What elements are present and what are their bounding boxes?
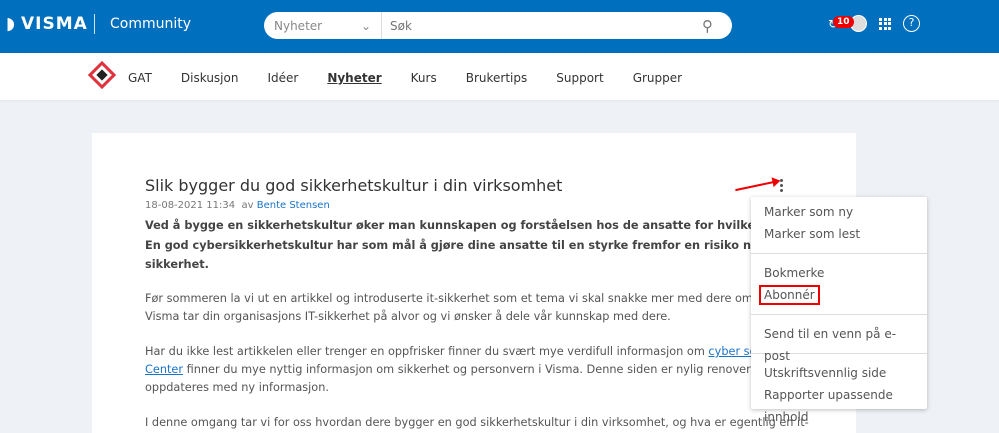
paragraph-line: Før sommeren la vi ut en artikkel og int…: [145, 292, 850, 305]
nav-brukertips[interactable]: Brukertips: [466, 71, 528, 85]
menu-item-mark-new[interactable]: Marker som ny: [751, 201, 927, 223]
search-icon[interactable]: ⚲: [702, 17, 732, 35]
options-menu: Marker som ny Marker som lest Bokmerke A…: [751, 197, 927, 424]
nav-kurs[interactable]: Kurs: [411, 71, 437, 85]
paragraph-line: Har du ikke lest artikkelen eller trenge…: [145, 345, 835, 358]
paragraph-line: I denne omgang tar vi for oss hvordan de…: [145, 416, 809, 429]
gat-logo-icon[interactable]: [87, 60, 117, 90]
paragraph-line: Visma tar din organisasjons IT-sikkerhet…: [145, 310, 671, 323]
search-input[interactable]: [382, 18, 702, 33]
menu-divider: [751, 253, 927, 254]
nav-support[interactable]: Support: [556, 71, 603, 85]
menu-item-bookmark[interactable]: Bokmerke: [751, 262, 927, 284]
nav-gat[interactable]: GAT: [128, 71, 152, 85]
nav-grupper[interactable]: Grupper: [633, 71, 682, 85]
main-nav: GAT Diskusjon Idéer Nyheter Kurs Brukert…: [0, 53, 999, 100]
search-scope-select[interactable]: Nyheter ⌄: [264, 12, 382, 39]
apps-grid-icon[interactable]: [879, 17, 892, 30]
search-bar: Nyheter⌄ ⚲: [264, 12, 732, 39]
chevron-down-icon: ⌄: [360, 18, 371, 33]
top-header: ◗VISMA Community Nyheter⌄ ⚲ ↻ ? 10: [0, 0, 999, 53]
menu-item-mark-read[interactable]: Marker som lest: [751, 223, 927, 245]
paragraph-line: Center finner du mye nyttig informasjon …: [145, 363, 832, 376]
menu-item-email-friend[interactable]: Send til en venn på e-post: [751, 323, 927, 363]
menu-item-subscribe[interactable]: Abonnér: [751, 284, 927, 306]
article-meta: 18-08-2021 11:34 av Bente Stensen: [145, 200, 330, 211]
nav-diskusjon[interactable]: Diskusjon: [181, 71, 239, 85]
menu-divider: [751, 314, 927, 315]
author-link[interactable]: Bente Stensen: [257, 200, 330, 211]
visma-logo[interactable]: ◗ VISMA: [6, 14, 88, 34]
nav-ideer[interactable]: Idéer: [267, 71, 298, 85]
help-icon[interactable]: ?: [903, 15, 921, 32]
notification-badge: 10: [833, 16, 854, 28]
nav-nyheter[interactable]: Nyheter: [327, 71, 381, 85]
visma-center-link[interactable]: Center: [145, 363, 183, 376]
article-title: Slik bygger du god sikkerhetskultur i di…: [145, 176, 563, 195]
menu-item-print[interactable]: Utskriftsvennlig side: [751, 362, 927, 384]
lead-line: sikkerhet.: [145, 258, 209, 271]
visma-swoosh-icon: ◗: [6, 14, 16, 34]
community-link[interactable]: Community: [110, 16, 191, 32]
divider: [94, 14, 95, 34]
paragraph-line: oppdateres med ny informasjon.: [145, 381, 329, 394]
menu-item-report[interactable]: Rapporter upassende innhold: [751, 384, 927, 424]
